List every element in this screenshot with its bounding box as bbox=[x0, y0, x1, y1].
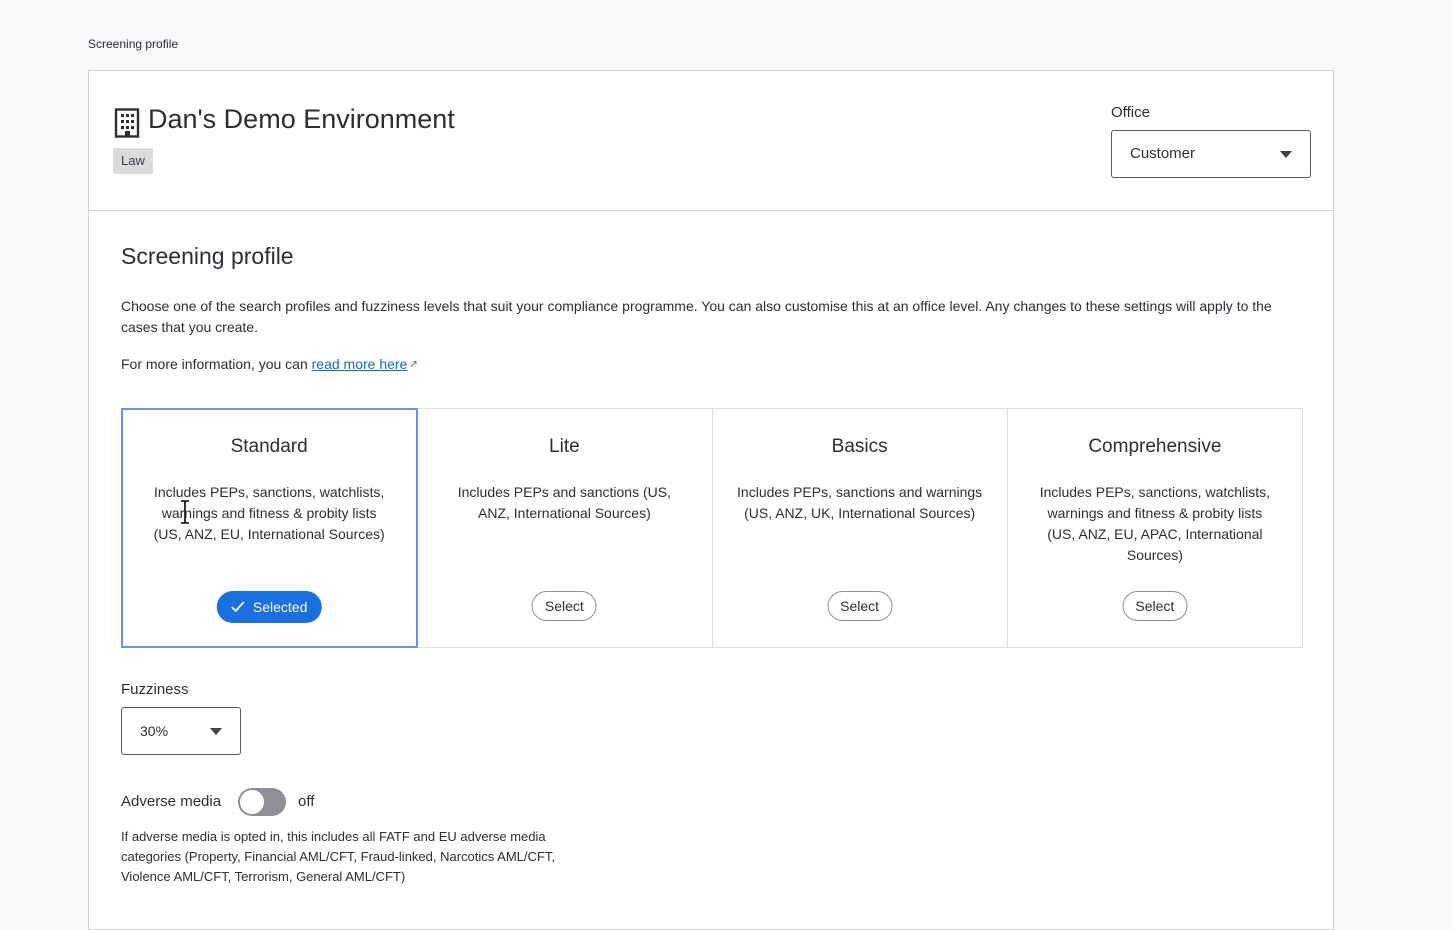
organisation-name: Dan's Demo Environment bbox=[148, 104, 455, 134]
profile-comprehensive[interactable]: Comprehensive Includes PEPs, sanctions, … bbox=[1008, 409, 1302, 647]
fuzziness-label: Fuzziness bbox=[121, 681, 189, 698]
section-description: Choose one of the search profiles and fu… bbox=[121, 298, 1272, 335]
profile-title: Comprehensive bbox=[1088, 436, 1222, 457]
profile-lite[interactable]: Lite Includes PEPs and sanctions (US, AN… bbox=[417, 409, 713, 647]
profile-title: Standard bbox=[230, 436, 308, 457]
select-basics-button[interactable]: Select bbox=[827, 591, 893, 621]
check-icon bbox=[231, 601, 245, 613]
profile-basics[interactable]: Basics Includes PEPs, sanctions and warn… bbox=[713, 409, 1008, 647]
select-lite-button[interactable]: Select bbox=[531, 591, 597, 621]
office-select[interactable]: Customer bbox=[1111, 130, 1311, 178]
more-info: For more information, you can read more … bbox=[121, 354, 418, 375]
profile-title: Lite bbox=[549, 436, 580, 457]
building-icon bbox=[114, 108, 140, 138]
profile-options: Standard Includes PEPs, sanctions, watch… bbox=[120, 408, 1303, 648]
office-select-value: Customer bbox=[1130, 145, 1196, 162]
section-title: Screening profile bbox=[121, 243, 294, 269]
screening-profile-card: Dan's Demo Environment Law Office Custom… bbox=[88, 70, 1334, 930]
external-link-icon: ↗ bbox=[409, 359, 418, 370]
adverse-media-toggle[interactable] bbox=[238, 788, 286, 816]
selected-button-label: Selected bbox=[252, 599, 308, 615]
profile-description: Includes PEPs, sanctions and warnings (U… bbox=[737, 484, 983, 521]
profile-standard[interactable]: Standard Includes PEPs, sanctions, watch… bbox=[120, 408, 419, 648]
profile-description: Includes PEPs, sanctions, watchlists, wa… bbox=[1039, 484, 1271, 563]
fuzziness-select-value: 30% bbox=[140, 723, 169, 739]
adverse-media-description: If adverse media is opted in, this inclu… bbox=[121, 829, 555, 884]
organisation-header: Dan's Demo Environment Law Office Custom… bbox=[89, 71, 1333, 211]
caret-down-icon bbox=[1280, 151, 1292, 158]
profile-title: Basics bbox=[831, 436, 888, 457]
profile-description: Includes PEPs and sanctions (US, ANZ, In… bbox=[457, 484, 671, 521]
selected-button[interactable]: Selected bbox=[216, 591, 322, 623]
caret-down-icon bbox=[210, 728, 222, 735]
adverse-media-label: Adverse media bbox=[121, 793, 222, 810]
profile-description: Includes PEPs, sanctions, watchlists, wa… bbox=[153, 484, 385, 542]
more-info-text: For more information, you can bbox=[121, 356, 308, 372]
industry-tag: Law bbox=[113, 148, 153, 174]
adverse-media-state: off bbox=[298, 793, 315, 810]
toggle-knob bbox=[240, 790, 264, 814]
select-comprehensive-button[interactable]: Select bbox=[1122, 591, 1188, 621]
fuzziness-select[interactable]: 30% bbox=[121, 707, 241, 755]
read-more-link[interactable]: read more here bbox=[312, 356, 408, 372]
office-label: Office bbox=[1111, 104, 1150, 121]
breadcrumb: Screening profile bbox=[88, 37, 179, 51]
